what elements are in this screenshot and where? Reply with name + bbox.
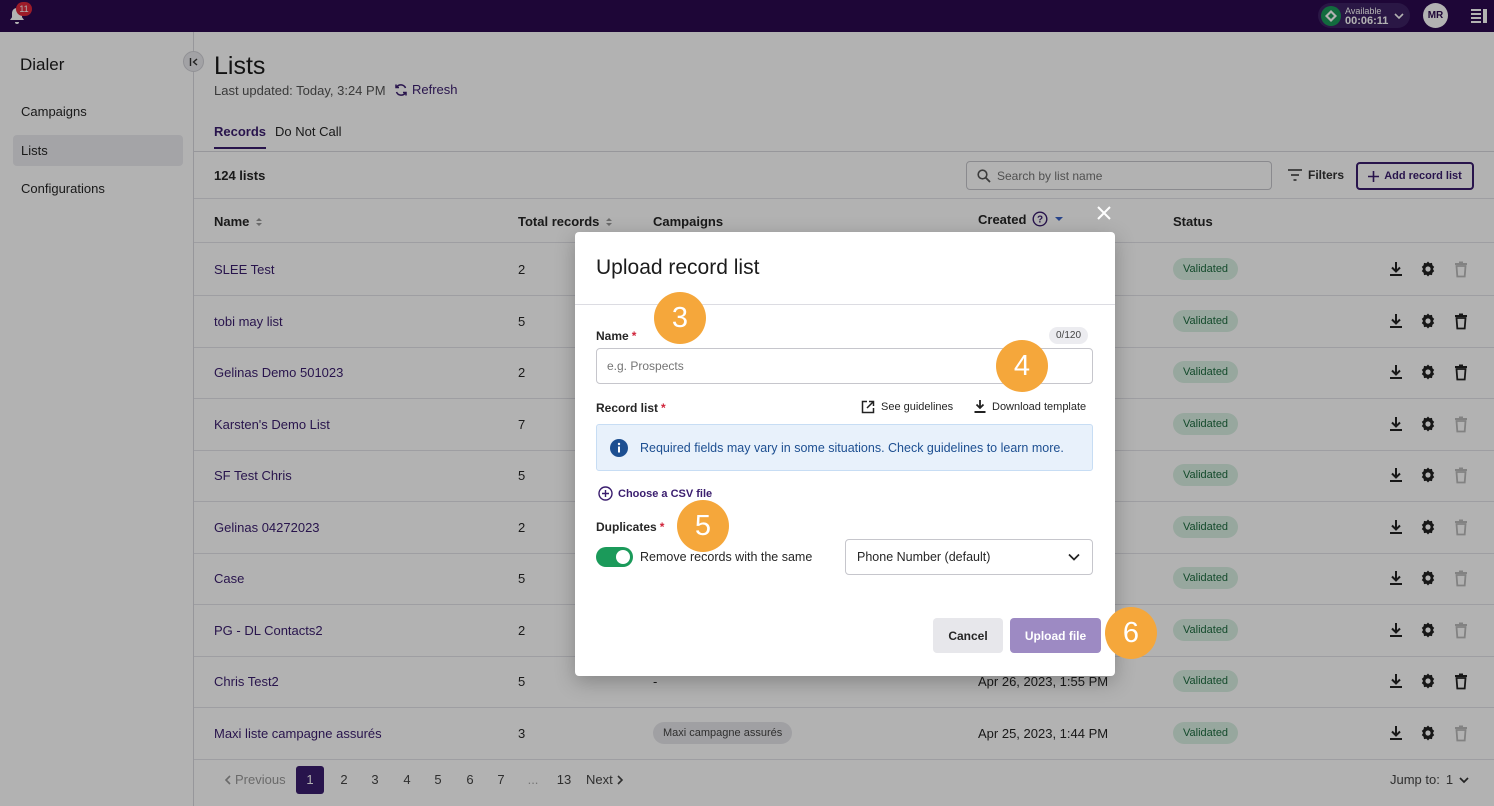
required-marker: * <box>631 329 637 343</box>
select-value: Phone Number (default) <box>857 550 991 564</box>
toggle-knob <box>616 550 630 564</box>
required-marker: * <box>661 401 666 415</box>
duplicates-label: Duplicates * <box>596 520 664 534</box>
name-field-label: Name * <box>596 329 636 343</box>
step-marker-4: 4 <box>996 340 1048 392</box>
remove-duplicates-toggle[interactable] <box>596 547 633 567</box>
character-counter: 0/120 <box>1049 327 1089 344</box>
close-icon[interactable] <box>1096 205 1112 221</box>
duplicate-field-select[interactable]: Phone Number (default) <box>845 539 1093 575</box>
step-marker-6: 6 <box>1105 607 1157 659</box>
info-icon <box>610 438 628 457</box>
toggle-label: Remove records with the same <box>640 550 813 564</box>
info-text: Required fields may vary in some situati… <box>640 440 1064 455</box>
required-marker: * <box>659 520 665 534</box>
download-icon <box>974 400 986 413</box>
add-circle-icon <box>598 486 613 501</box>
divider <box>575 304 1115 305</box>
step-marker-5: 5 <box>677 500 729 552</box>
upload-record-list-dialog: Upload record list Name* 0/120 Record li… <box>575 232 1115 676</box>
download-template-label: Download template <box>992 400 1087 413</box>
upload-file-button[interactable]: Upload file <box>1010 618 1101 653</box>
duplicates-label-text: Duplicates <box>596 520 657 534</box>
external-link-icon <box>861 400 875 414</box>
info-banner: Required fields may vary in some situati… <box>596 424 1093 471</box>
choose-csv-file-button[interactable]: Choose a CSV file <box>598 486 712 501</box>
record-list-label-text: Record list <box>596 401 659 415</box>
chevron-down-icon <box>1068 553 1080 561</box>
see-guidelines-link[interactable]: See guidelines <box>861 400 953 414</box>
dialog-title: Upload record list <box>596 256 760 279</box>
see-guidelines-label: See guidelines <box>881 401 954 413</box>
choose-csv-label: Choose a CSV file <box>618 487 713 500</box>
name-label-text: Name <box>596 329 629 343</box>
step-marker-3: 3 <box>654 292 706 344</box>
download-template-link[interactable]: Download template <box>974 400 1086 413</box>
cancel-button[interactable]: Cancel <box>933 618 1003 653</box>
record-list-label: Record list * <box>596 401 666 415</box>
